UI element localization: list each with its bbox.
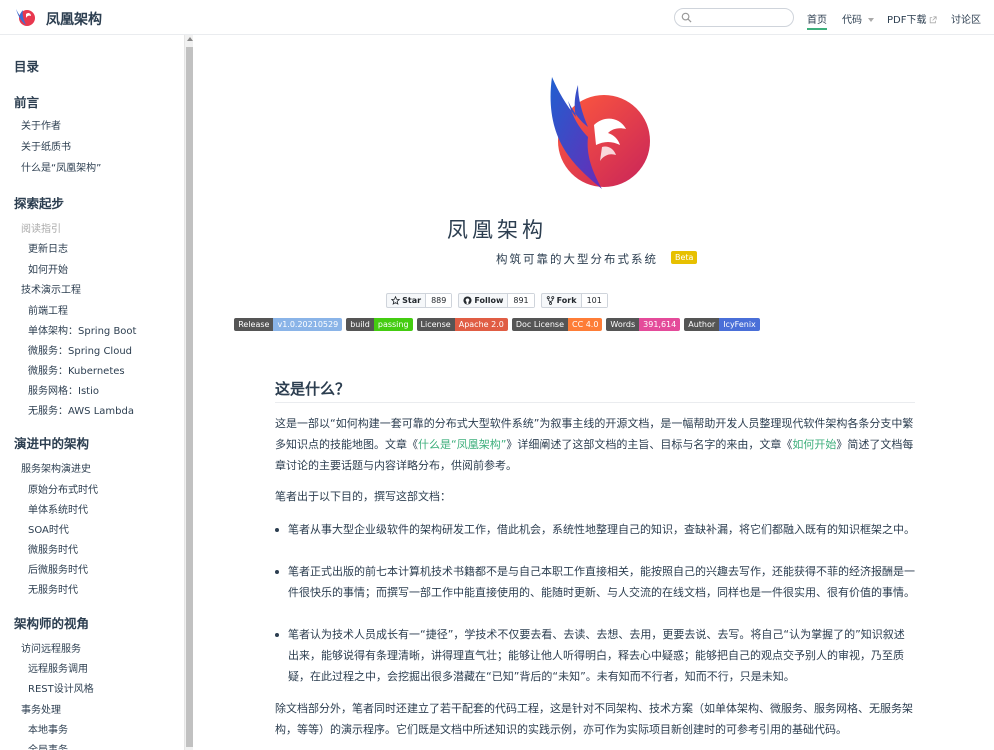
nav-discussion[interactable]: 讨论区 [951,11,981,26]
chevron-down-icon [868,18,874,22]
sidebar-item-primitive-distributed[interactable]: 原始分布式时代 [28,481,98,496]
phoenix-hero-logo [550,77,650,189]
link-what-is-phoenix[interactable]: 什么是“凤凰架构” [418,438,506,451]
shield-badges: Release v1.0.20210529 build passing Licens… [0,318,994,331]
author-badge[interactable]: Author IcyFenix [684,318,760,331]
site-name[interactable]: 凤凰架构 [46,9,102,29]
sidebar-section-architect-view[interactable]: 架构师的视角 [14,613,89,632]
list-item: 笔者认为技术人员成长有一“捷径”，学技术不仅要去看、去读、去想、去用，更要去说、… [288,628,905,683]
search-input[interactable] [695,10,789,25]
badge-value: passing [373,318,413,331]
sidebar-item-what-is-phoenix[interactable]: 什么是“凤凰架构” [21,159,101,174]
sidebar-item-monolith-era[interactable]: 单体系统时代 [28,501,88,516]
release-badge[interactable]: Release v1.0.20210529 [234,318,343,331]
badge-value: CC 4.0 [567,318,603,331]
scrollbar-thumb[interactable] [186,47,193,747]
phoenix-logo-icon[interactable] [14,6,36,28]
sidebar-item-spring-cloud[interactable]: 微服务：Spring Cloud [28,342,132,357]
bullet-dot [275,570,279,574]
follow-text: Follow [474,296,504,305]
sidebar-item-rest[interactable]: REST设计风格 [28,680,94,695]
sidebar-item-about-paper-book[interactable]: 关于纸质书 [21,138,71,153]
section-heading: 这是什么？ [275,380,351,398]
scroll-up-icon[interactable] [187,37,193,41]
sidebar-item-rpc[interactable]: 远程服务调用 [28,660,88,675]
closing-paragraph: 除文档部分外，笔者同时还建立了若干配套的代码工程，这是针对不同架构、技术方案（如… [275,702,913,736]
badge-label: Doc License [511,318,568,331]
sidebar-section-getting-started[interactable]: 探索起步 [14,193,64,212]
list-item: 笔者正式出版的前七本计算机技术书籍都不是与自己本职工作直接相关，能按照自己的兴趣… [288,565,915,599]
star-text: Star [402,296,422,305]
sidebar-scrollbar[interactable] [184,35,193,750]
license-badge[interactable]: License Apache 2.0 [416,318,508,331]
badge-value: v1.0.20210529 [273,318,343,331]
follow-count[interactable]: 891 [508,294,534,307]
github-fork-button[interactable]: Fork 101 [540,293,608,308]
build-badge[interactable]: build passing [346,318,413,331]
sidebar-item-post-microservice-era[interactable]: 后微服务时代 [28,561,88,576]
badge-label: License [416,318,455,331]
doc-license-badge[interactable]: Doc License CC 4.0 [511,318,603,331]
words-badge[interactable]: Words 391,614 [606,318,681,331]
sidebar-section-evolving-arch[interactable]: 演进中的架构 [14,433,89,452]
badge-label: build [346,318,374,331]
beta-badge: Beta [671,251,698,264]
sidebar-item-aws-lambda[interactable]: 无服务：AWS Lambda [28,402,134,417]
sidebar-item-remote-service[interactable]: 访问远程服务 [21,640,81,655]
github-fork-label: Fork [542,294,582,307]
sidebar-item-transactions[interactable]: 事务处理 [21,701,61,716]
search-icon [681,12,692,23]
sidebar-item-service-arch-history[interactable]: 服务架构演进史 [21,460,91,475]
github-star-button[interactable]: Star 889 [386,293,453,308]
intro-text-2: 》详细阐述了这部文档的主旨、目标与名字的来由，文章《 [506,438,793,451]
sidebar-toc-title: 目录 [14,59,40,74]
github-follow-label: Follow [459,294,509,307]
sidebar-item-kubernetes[interactable]: 微服务：Kubernetes [28,362,125,377]
badge-value: Apache 2.0 [454,318,508,331]
sidebar-item-global-transaction[interactable]: 全局事务 [28,741,68,750]
hero-subtitle: 构筑可靠的大型分布式系统 [496,252,658,266]
nav-code[interactable]: 代码 [842,11,874,26]
sidebar-item-istio[interactable]: 服务网格：Istio [28,382,99,397]
fork-text: Fork [556,296,577,305]
star-icon [391,296,401,305]
sidebar-item-about-author[interactable]: 关于作者 [21,117,61,132]
badge-label: Author [684,318,720,331]
sidebar-item-microservice-era[interactable]: 微服务时代 [28,541,78,556]
nav-home[interactable]: 首页 [807,11,827,30]
search-box[interactable] [674,8,794,27]
sidebar-item-serverless-era[interactable]: 无服务时代 [28,581,78,596]
bullet-dot [275,633,279,637]
link-how-to-start[interactable]: 如何开始 [792,438,836,451]
fork-count[interactable]: 101 [581,294,607,307]
sidebar-item-local-transaction[interactable]: 本地事务 [28,721,68,736]
badge-label: Words [606,318,640,331]
badge-value: 391,614 [639,318,681,331]
nav-pdf-label: PDF下载 [887,15,927,26]
hero-title: 凤凰架构 [447,218,547,242]
github-buttons: Star 889 Follow 891 Fork 101 [0,293,994,308]
star-count[interactable]: 889 [426,294,452,307]
sidebar-item-how-to-start[interactable]: 如何开始 [28,261,68,276]
list-item: 笔者从事大型企业级软件的架构研发工作，借此机会，系统性地整理自己的知识，查缺补漏… [288,523,915,536]
nav-pdf-download[interactable]: PDF下载 [887,11,938,26]
purpose-paragraph: 笔者出于以下目的，撰写这部文档： [275,490,451,503]
github-follow-button[interactable]: Follow 891 [458,293,535,308]
intro-paragraph: 这是一部以“如何构建一套可靠的分布式大型软件系统”为叙事主线的开源文档，是一幅帮… [275,413,915,476]
github-icon [463,296,472,305]
top-navbar: 凤凰架构 首页 代码 PDF下载 讨论区 [0,0,994,35]
external-link-icon [930,16,938,24]
badge-label: Release [234,318,274,331]
heading-divider [275,402,915,403]
sidebar-item-soa-era[interactable]: SOA时代 [28,521,69,536]
sidebar-section-preface[interactable]: 前言 [14,92,39,111]
fork-icon [546,296,554,305]
github-star-label: Star [387,294,427,307]
nav-code-label: 代码 [842,15,862,26]
bullet-dot [275,528,279,532]
sidebar: 目录 前言 关于作者 关于纸质书 什么是“凤凰架构” 探索起步 阅读指引 更新日… [0,35,184,750]
badge-value: IcyFenix [719,318,760,331]
